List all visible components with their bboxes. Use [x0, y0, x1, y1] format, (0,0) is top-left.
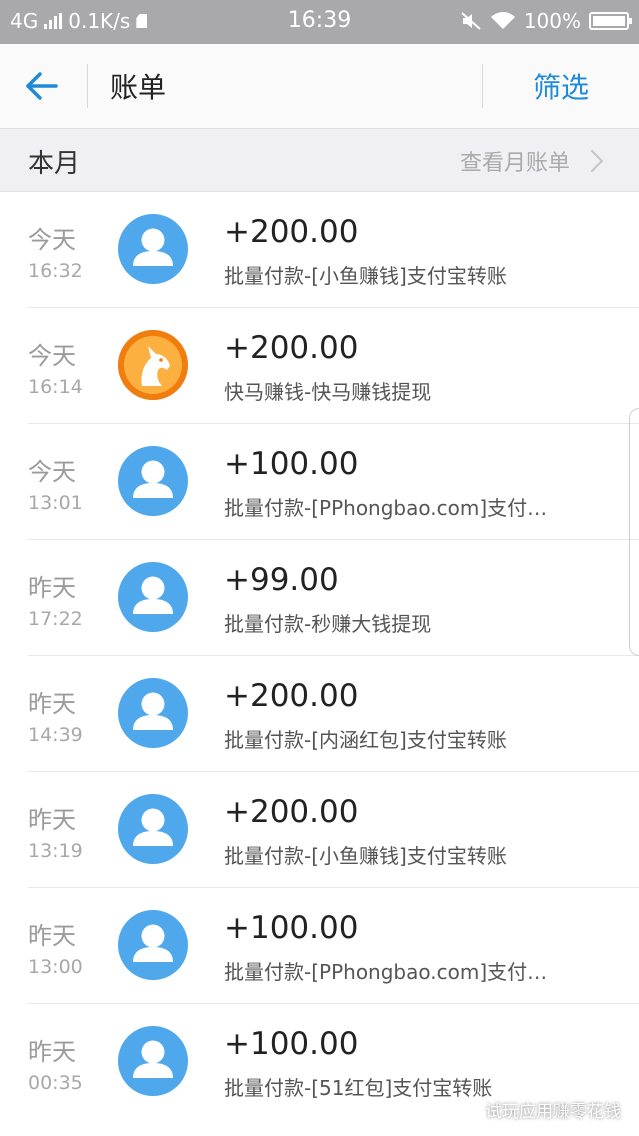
nav-bar: 账单 筛选	[0, 44, 639, 129]
bill-description: 批量付款-[PPhongbao.com]支付…	[224, 960, 548, 984]
bill-amount: +100.00	[224, 910, 359, 946]
bill-day: 昨天	[28, 690, 76, 718]
bill-description: 快马赚钱-快马赚钱提现	[224, 380, 432, 404]
chevron-right-icon	[580, 149, 604, 173]
back-button[interactable]	[22, 66, 64, 106]
bill-time: 00:35	[28, 1072, 83, 1094]
bill-day: 今天	[28, 458, 76, 486]
bill-description: 批量付款-[小鱼赚钱]支付宝转账	[224, 844, 507, 868]
bill-amount: +200.00	[224, 330, 359, 366]
bill-row[interactable]: 昨天 13:00 +100.00 批量付款-[PPhongbao.com]支付…	[28, 888, 639, 1004]
bill-row[interactable]: 今天 16:14 +200.00 快马赚钱-快马赚钱提现	[28, 308, 639, 424]
bill-row[interactable]: 今天 13:01 +100.00 批量付款-[PPhongbao.com]支付…	[28, 424, 639, 540]
bill-day: 今天	[28, 342, 76, 370]
user-avatar-icon	[118, 910, 188, 980]
status-right: 100%	[460, 9, 632, 33]
bill-description: 批量付款-[51红包]支付宝转账	[224, 1076, 493, 1100]
monthly-bill-link[interactable]: 查看月账单	[460, 145, 604, 177]
back-arrow-icon	[26, 72, 58, 100]
bill-day: 今天	[28, 226, 76, 254]
bill-amount: +99.00	[224, 562, 339, 598]
bill-amount: +100.00	[224, 446, 359, 482]
bill-row[interactable]: 昨天 14:39 +200.00 批量付款-[内涵红包]支付宝转账	[28, 656, 639, 772]
horse-logo-icon	[118, 330, 188, 400]
bill-row[interactable]: 昨天 17:22 +99.00 批量付款-秒赚大钱提现	[28, 540, 639, 656]
page-title: 账单	[110, 71, 167, 104]
bill-time: 16:14	[28, 376, 83, 398]
bill-time: 13:01	[28, 492, 83, 514]
user-avatar-icon	[118, 562, 188, 632]
bill-row[interactable]: 昨天 13:19 +200.00 批量付款-[小鱼赚钱]支付宝转账	[28, 772, 639, 888]
bill-amount: +200.00	[224, 214, 359, 250]
user-avatar-icon	[118, 446, 188, 516]
bill-list: 今天 16:32 +200.00 批量付款-[小鱼赚钱]支付宝转账 今天 16:…	[0, 192, 639, 1119]
wechat-icon	[463, 1102, 479, 1117]
user-avatar-icon	[118, 214, 188, 284]
bill-day: 昨天	[28, 574, 76, 602]
user-avatar-icon	[118, 794, 188, 864]
user-avatar-icon	[118, 678, 188, 748]
user-avatar-icon	[118, 1026, 188, 1096]
month-header: 本月 查看月账单	[0, 129, 639, 192]
bill-time: 16:32	[28, 260, 83, 282]
mute-icon	[461, 12, 481, 30]
bill-time: 13:19	[28, 840, 83, 862]
month-label: 本月	[28, 149, 81, 179]
status-bar: 4G 0.1K/s 16:39 100%	[0, 0, 639, 44]
wifi-icon	[490, 12, 515, 29]
battery-level: 100%	[523, 9, 581, 33]
bill-day: 昨天	[28, 806, 76, 834]
bill-amount: +100.00	[224, 1026, 359, 1062]
bill-description: 批量付款-[PPhongbao.com]支付…	[224, 496, 548, 520]
bill-amount: +200.00	[224, 794, 359, 830]
edge-panel-handle[interactable]	[629, 408, 639, 656]
bill-day: 昨天	[28, 922, 76, 950]
bill-day: 昨天	[28, 1038, 76, 1066]
watermark: 试玩应用赚零花钱	[463, 1097, 621, 1122]
bill-description: 批量付款-[内涵红包]支付宝转账	[224, 728, 507, 752]
bill-time: 14:39	[28, 724, 83, 746]
monthly-bill-link-label: 查看月账单	[460, 151, 571, 176]
watermark-text: 试玩应用赚零花钱	[485, 1102, 621, 1122]
bill-row[interactable]: 今天 16:32 +200.00 批量付款-[小鱼赚钱]支付宝转账	[28, 192, 639, 308]
bill-time: 13:00	[28, 956, 83, 978]
bill-amount: +200.00	[224, 678, 359, 714]
bill-description: 批量付款-[小鱼赚钱]支付宝转账	[224, 264, 507, 288]
bill-time: 17:22	[28, 608, 83, 630]
nav-divider-left	[87, 64, 88, 108]
bill-description: 批量付款-秒赚大钱提现	[224, 612, 432, 636]
battery-icon	[589, 12, 632, 30]
filter-button[interactable]: 筛选	[533, 66, 589, 106]
nav-divider-right	[482, 64, 483, 108]
